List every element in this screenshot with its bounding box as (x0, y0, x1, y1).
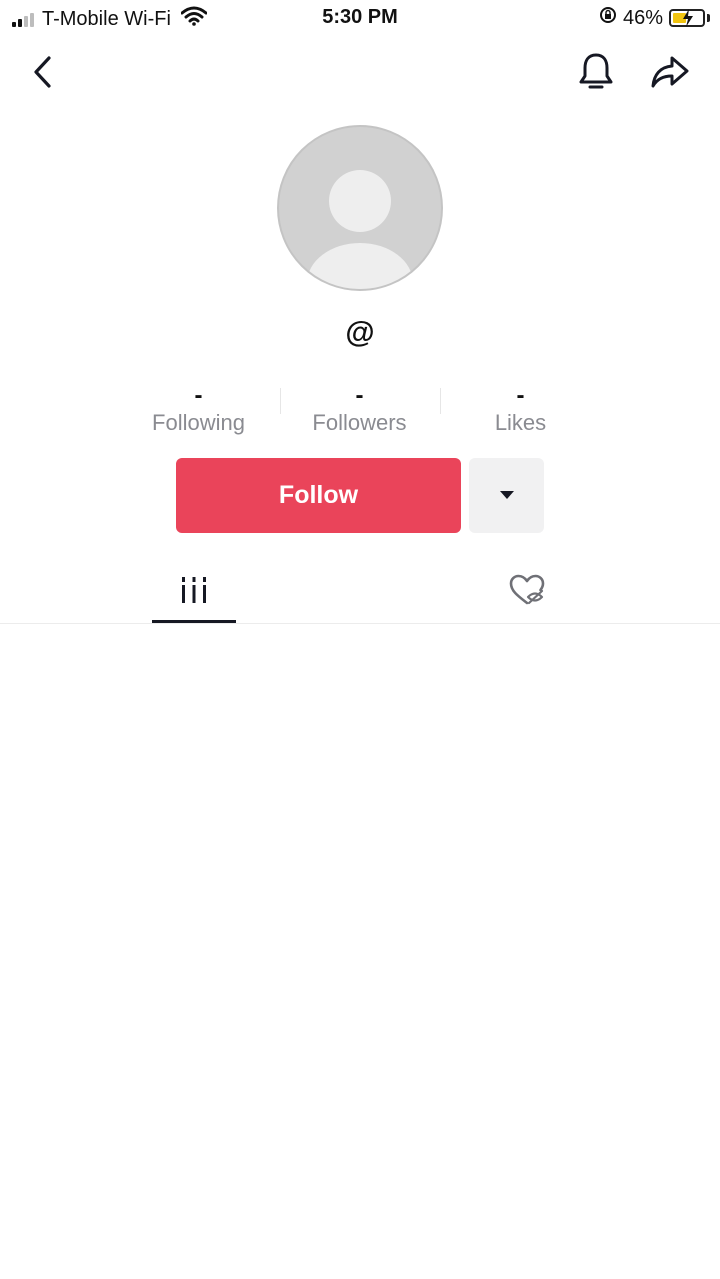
liked-hidden-heart-icon (508, 573, 546, 612)
following-label: Following (152, 410, 245, 435)
followers-count: - (355, 382, 364, 409)
avatar[interactable] (277, 125, 443, 291)
chevron-left-icon (31, 55, 53, 94)
follow-button[interactable]: Follow (176, 458, 461, 533)
battery-tip (707, 14, 710, 22)
tabs-divider (0, 623, 720, 624)
notification-bell-button[interactable] (572, 50, 620, 98)
stat-divider (440, 388, 441, 414)
back-button[interactable] (22, 52, 62, 96)
status-right: 46% (599, 6, 710, 30)
more-options-button[interactable] (469, 458, 544, 533)
profile-stats: - Following - Followers - Likes (118, 382, 602, 438)
status-bar: T-Mobile Wi-Fi 5:30 PM 46% (0, 0, 720, 36)
username: @ (345, 316, 375, 349)
bell-icon (577, 51, 615, 98)
avatar-body-shape (307, 243, 413, 289)
stat-likes[interactable]: - Likes (440, 382, 601, 438)
battery-percent: 46% (622, 6, 663, 29)
profile-tabs (0, 560, 720, 625)
followers-label: Followers (312, 410, 407, 435)
orientation-lock-icon (599, 6, 617, 30)
caret-down-icon (499, 488, 515, 503)
stat-followers[interactable]: - Followers (279, 382, 440, 438)
stat-following[interactable]: - Following (118, 382, 279, 438)
share-button[interactable] (646, 50, 694, 98)
profile-screen: T-Mobile Wi-Fi 5:30 PM 46% @ - Following… (0, 0, 720, 1279)
battery-icon (669, 9, 705, 27)
avatar-head-shape (329, 170, 391, 232)
tab-videos[interactable] (152, 560, 236, 624)
stat-divider (280, 388, 281, 414)
tab-liked[interactable] (485, 560, 569, 624)
following-count: - (194, 382, 203, 409)
likes-label: Likes (494, 410, 547, 435)
share-arrow-icon (650, 54, 690, 95)
videos-grid-icon (180, 575, 208, 610)
likes-count: - (516, 382, 525, 409)
